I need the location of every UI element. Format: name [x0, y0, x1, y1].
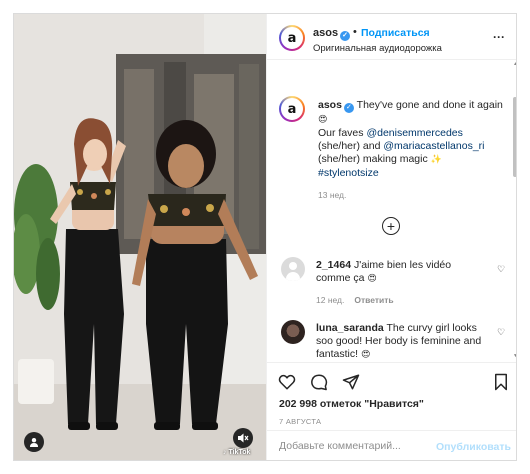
comment-meta: 12 нед. Ответить [316, 295, 404, 305]
scroll-up-arrow-icon[interactable]: ▲ [513, 61, 516, 67]
comment-button[interactable] [309, 372, 329, 392]
verified-badge-icon: ✓ [343, 103, 354, 113]
scrollbar-thumb[interactable] [513, 97, 516, 177]
publish-button[interactable]: Опубликовать [436, 441, 511, 453]
watermark-text: TikTok [228, 449, 251, 456]
commenter-avatar[interactable] [281, 257, 305, 281]
mention-link-2[interactable]: @mariacastellanos_ri [383, 140, 484, 152]
tagged-users-button[interactable] [24, 432, 44, 452]
commenter-username[interactable]: luna_saranda [316, 322, 384, 334]
tiktok-watermark: ♪ TikTok [223, 449, 251, 456]
comment-text: luna_saranda The curvy girl looks soo go… [316, 322, 486, 361]
asos-logo: a [282, 99, 302, 119]
comments-section: a asos ✓ They've gone and done it again 😍… [267, 61, 516, 361]
comments-scrollbar[interactable]: ▲ ▼ [513, 61, 516, 361]
mention-link-1[interactable]: @denisemmercedes [366, 127, 462, 139]
likes-count[interactable]: 202 998 отметок "Нравится" [279, 398, 424, 410]
post-date[interactable]: 7 АВГУСТА [279, 417, 321, 426]
author-avatar[interactable]: a [279, 25, 305, 51]
separator-dot: • [353, 26, 357, 38]
follow-button[interactable]: Подписаться [361, 27, 430, 39]
audio-track-link[interactable]: Оригинальная аудиодорожка [313, 43, 442, 54]
comment-text: 2_1464 J'aime bien les vidéo comme ça 😍 [316, 259, 486, 286]
caption-pronoun-1: (she/her) and [318, 140, 381, 152]
verified-badge-icon: ✓ [340, 31, 351, 41]
caption-line-1: They've gone and done it again [356, 99, 503, 111]
plus-icon: + [386, 218, 396, 234]
post-side-panel: a asos ✓ • Подписаться Оригинальная аудио… [266, 14, 516, 460]
share-button[interactable] [341, 372, 361, 392]
comment-time[interactable]: 12 нед. [316, 295, 344, 305]
like-button[interactable] [277, 372, 297, 392]
caption-username[interactable]: asos [318, 99, 342, 111]
add-comment-bar: Опубликовать [267, 430, 516, 460]
user-icon [30, 438, 38, 447]
asos-logo: a [282, 28, 302, 48]
speaker-muted-icon [238, 433, 249, 443]
caption-time[interactable]: 13 нед. [318, 190, 346, 200]
caption-pronoun-2: (she/her) making magic [318, 153, 428, 165]
post-actions: 202 998 отметок "Нравится" 7 АВГУСТА Опу… [267, 362, 516, 460]
like-comment-heart-icon[interactable]: ♡ [497, 264, 505, 275]
save-button[interactable] [491, 372, 511, 392]
heart-eyes-emoji-icon: 😍 [318, 115, 328, 125]
heart-eyes-emoji-icon: 😍 [360, 350, 371, 360]
heart-eyes-emoji-icon: 😍 [367, 274, 377, 284]
load-more-comments-button[interactable]: + [382, 217, 400, 235]
commenter-username[interactable]: 2_1464 [316, 259, 351, 271]
more-options-icon[interactable]: ··· [493, 30, 505, 44]
caption-text: asos ✓ They've gone and done it again 😍 O… [318, 99, 504, 180]
comment-bubble-icon [311, 374, 328, 391]
hashtag-link[interactable]: #stylenotsize [318, 167, 379, 179]
post-header: a asos ✓ • Подписаться Оригинальная аудио… [267, 14, 516, 60]
reply-button[interactable]: Ответить [354, 295, 393, 305]
heart-icon [278, 374, 296, 390]
paper-plane-icon [342, 374, 360, 390]
caption-avatar[interactable]: a [279, 96, 305, 122]
bookmark-icon [495, 373, 507, 391]
author-username-link[interactable]: asos ✓ [313, 27, 351, 41]
post-video[interactable]: ♪ TikTok [14, 14, 266, 460]
mute-button[interactable] [233, 428, 253, 448]
video-frame [14, 14, 266, 460]
caption-line-2: Our faves [318, 127, 364, 139]
scroll-down-arrow-icon[interactable]: ▼ [513, 353, 516, 359]
author-username: asos [313, 27, 339, 39]
instagram-post: ♪ TikTok a asos ✓ • Подписаться Оригиналь… [13, 13, 517, 461]
comment-input[interactable] [279, 440, 429, 452]
sparkles-emoji-icon: ✨ [430, 155, 442, 165]
commenter-avatar[interactable] [281, 320, 305, 344]
like-comment-heart-icon[interactable]: ♡ [497, 327, 505, 338]
